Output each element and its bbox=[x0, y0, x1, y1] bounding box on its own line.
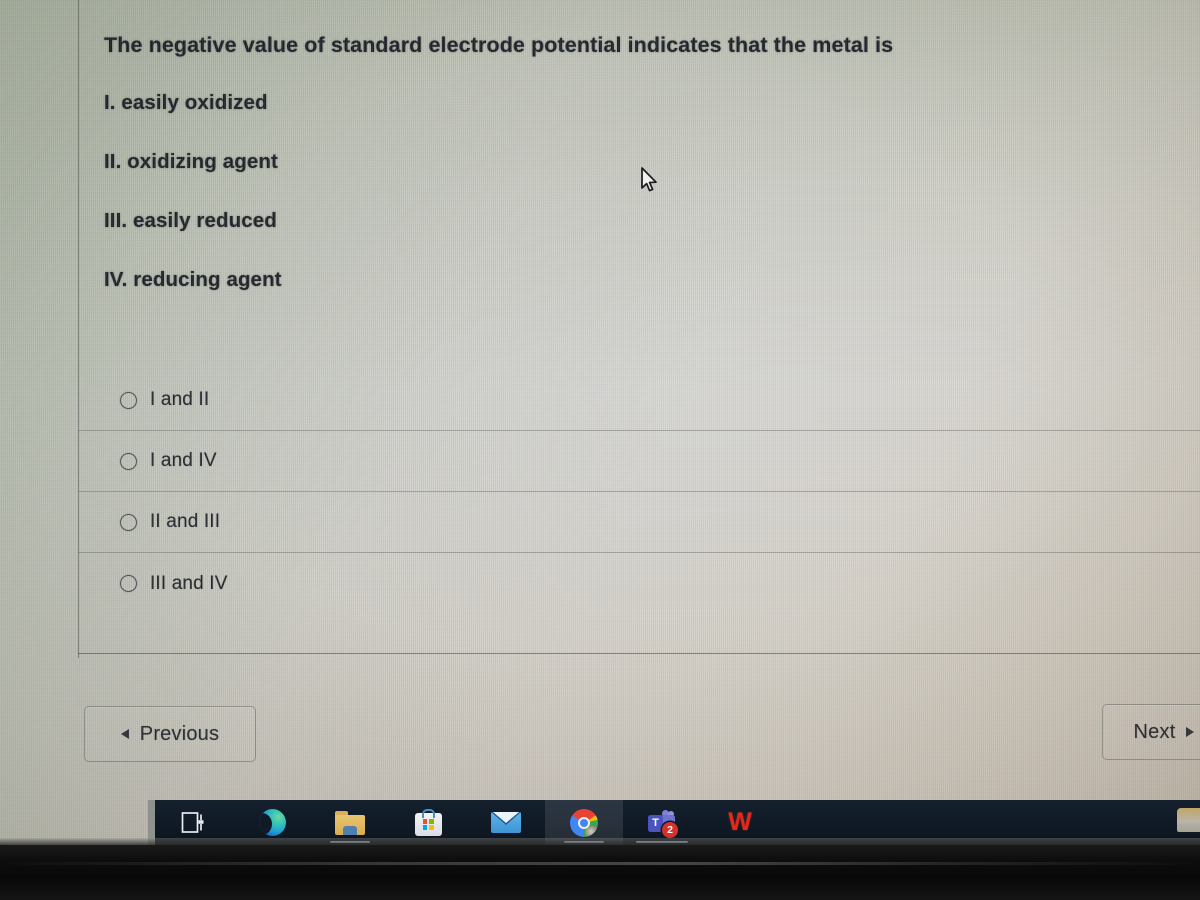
microsoft-teams-icon: T 2 bbox=[647, 809, 678, 838]
next-button[interactable]: Next bbox=[1102, 704, 1200, 760]
previous-button[interactable]: Previous bbox=[84, 706, 256, 762]
triangle-right-icon bbox=[1186, 727, 1195, 737]
answer-option-label: III and IV bbox=[150, 572, 228, 594]
radio-button-icon[interactable] bbox=[120, 391, 137, 409]
task-view-icon bbox=[179, 808, 209, 838]
laptop-screen-surface: The negative value of standard electrode… bbox=[0, 0, 1200, 845]
file-explorer-icon bbox=[335, 810, 365, 835]
answer-option-row-4[interactable]: III and IV bbox=[78, 553, 1200, 614]
mouse-cursor-arrow-icon bbox=[640, 167, 660, 200]
mail-icon bbox=[491, 812, 521, 833]
question-statement-3: III. easily reduced bbox=[104, 209, 277, 232]
previous-button-label: Previous bbox=[139, 722, 220, 745]
next-button-label: Next bbox=[1133, 720, 1176, 743]
microsoft-store-icon bbox=[414, 809, 442, 836]
question-statement-2: II. oxidizing agent bbox=[104, 150, 278, 173]
radio-button-icon[interactable] bbox=[120, 575, 137, 592]
wps-office-icon: W bbox=[728, 808, 752, 836]
answer-option-label: II and III bbox=[150, 511, 221, 532]
answer-option-label: I and IV bbox=[150, 450, 217, 471]
teams-notification-badge: 2 bbox=[662, 821, 678, 838]
quiz-question-block: The negative value of standard electrode… bbox=[104, 32, 1064, 292]
laptop-bezel-bottom bbox=[0, 845, 1200, 900]
answer-options-card: I and II I and IV II and III III and IV bbox=[78, 370, 1200, 654]
google-chrome-icon bbox=[570, 808, 598, 837]
answer-option-row-2[interactable]: I and IV bbox=[78, 431, 1200, 492]
bezel-highlight bbox=[0, 862, 1200, 865]
triangle-left-icon bbox=[120, 729, 129, 739]
answer-option-row-1[interactable]: I and II bbox=[78, 370, 1200, 431]
teams-letter: T bbox=[648, 814, 663, 832]
question-statement-1: I. easily oxidized bbox=[104, 91, 268, 114]
question-statement-4: IV. reducing agent bbox=[104, 268, 282, 291]
question-stem: The negative value of standard electrode… bbox=[104, 33, 894, 57]
radio-button-icon[interactable] bbox=[120, 513, 137, 531]
taskbar-tray-partial-icon[interactable] bbox=[1177, 808, 1200, 832]
microsoft-edge-icon bbox=[258, 809, 286, 836]
radio-button-icon[interactable] bbox=[120, 452, 137, 470]
answer-option-row-3[interactable]: II and III bbox=[78, 492, 1200, 553]
answer-option-label: I and II bbox=[150, 389, 210, 410]
